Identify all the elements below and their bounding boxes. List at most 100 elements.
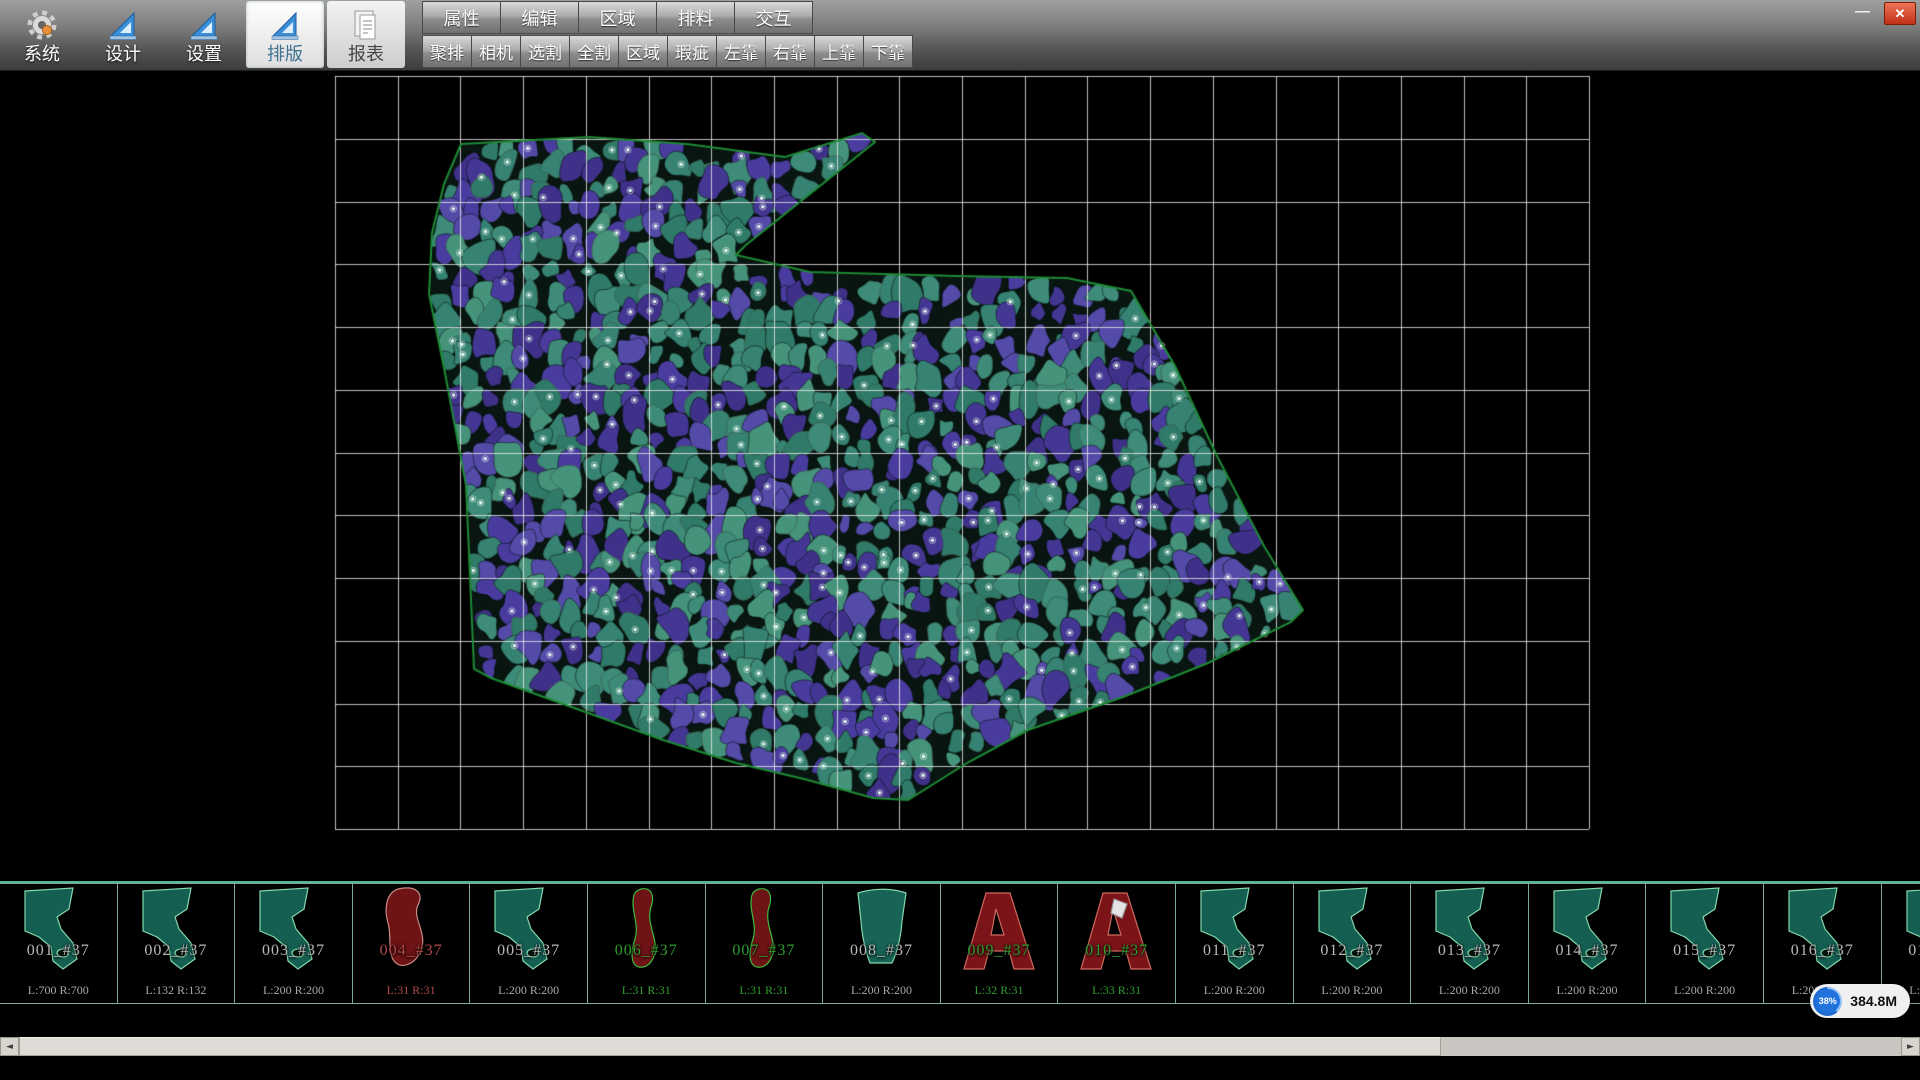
piece-id: 015_#37	[1646, 942, 1763, 960]
piece-shape	[1305, 885, 1401, 977]
piece-shape	[1775, 885, 1871, 977]
scroll-right-button[interactable]: ►	[1901, 1037, 1920, 1056]
piece-thumbnail-012_#37[interactable]: 012_#37 L:200 R:200	[1293, 883, 1412, 1004]
piece-counts: L:31 R:31	[588, 983, 705, 998]
piece-thumbnail-015_#37[interactable]: 015_#37 L:200 R:200	[1645, 883, 1764, 1004]
toolbar-button-label: 设计	[105, 44, 141, 64]
piece-id: 001_#37	[0, 942, 117, 960]
piece-thumbnail-009_#37[interactable]: 009_#37 L:32 R:31	[940, 883, 1059, 1004]
set-square-icon	[268, 6, 302, 44]
nesting-canvas[interactable]	[0, 70, 1920, 881]
piece-id: 002_#37	[118, 942, 235, 960]
piece-id: 009_#37	[941, 942, 1058, 960]
piece-counts: L:200 R:200	[235, 983, 352, 998]
tool-button-cut-all[interactable]: 全割	[569, 35, 619, 68]
piece-counts: L:200 R:200	[1411, 983, 1528, 998]
piece-shape	[599, 885, 695, 977]
progress-indicator: 38% 384.8M	[1810, 984, 1910, 1018]
gear-icon	[25, 6, 59, 44]
piece-shape	[1422, 885, 1518, 977]
menu-tab-region[interactable]: 区域	[578, 1, 657, 34]
piece-thumbnail-002_#37[interactable]: 002_#37 L:132 R:132	[117, 883, 236, 1004]
piece-thumbnail-004_#37[interactable]: 004_#37L:31 R:31	[352, 883, 471, 1004]
piece-shape	[952, 885, 1048, 977]
tool-button-camera[interactable]: 相机	[471, 35, 521, 68]
piece-thumbnail-007_#37[interactable]: 007_#37L:31 R:31	[705, 883, 824, 1004]
piece-thumbnail-006_#37[interactable]: 006_#37 L:31 R:31	[587, 883, 706, 1004]
tool-button-region[interactable]: 区域	[618, 35, 668, 68]
piece-shape	[364, 885, 460, 977]
piece-thumbnail-008_#37[interactable]: 008_#37 L:200 R:200	[822, 883, 941, 1004]
application-window: 系统设计设置排版报表 属性编辑区域排料交互 聚排相机选割全割区域瑕疵左靠右靠上靠…	[0, 0, 1920, 1080]
scrollbar-thumb[interactable]	[19, 1037, 1441, 1056]
piece-shape	[1657, 885, 1753, 977]
piece-counts: L:200 R:200	[1646, 983, 1763, 998]
main-toolbar-buttons: 系统 设计 设置排版报表	[3, 1, 405, 68]
piece-shape	[1540, 885, 1636, 977]
set-square-icon	[106, 6, 140, 44]
tool-button-align-bottom[interactable]: 下靠	[863, 35, 913, 68]
piece-counts: L:200 R:200	[1176, 983, 1293, 998]
piece-id: 003_#37	[235, 942, 352, 960]
piece-counts: L:200 R:200	[470, 983, 587, 998]
piece-counts: L:200 R:200	[1294, 983, 1411, 998]
horizontal-scrollbar[interactable]: ◄ ►	[0, 1037, 1920, 1056]
toolbar-button-label: 系统	[24, 44, 60, 64]
piece-id: 012_#37	[1294, 942, 1411, 960]
piece-thumbnail-013_#37[interactable]: 013_#37L:200 R:200	[1410, 883, 1529, 1004]
piece-shape	[1893, 885, 1920, 977]
main-toolbar: 系统设计设置排版报表 属性编辑区域排料交互 聚排相机选割全割区域瑕疵左靠右靠上靠…	[0, 0, 1920, 71]
piece-id: 017_#37	[1882, 942, 1920, 960]
toolbar-button-design[interactable]: 设计	[84, 1, 162, 68]
minimize-button[interactable]: —	[1849, 3, 1876, 24]
piece-counts: L:32 R:31	[941, 983, 1058, 998]
piece-thumbnail-001_#37[interactable]: 001_#37L:700 R:700	[0, 883, 118, 1004]
piece-id: 006_#37	[588, 942, 705, 960]
piece-shape	[246, 885, 342, 977]
piece-shape	[1069, 885, 1165, 977]
set-square-icon	[187, 6, 221, 44]
piece-counts: L:200 R:200	[823, 983, 940, 998]
tool-button-defect[interactable]: 瑕疵	[667, 35, 717, 68]
piece-shape	[11, 885, 107, 977]
piece-thumbnail-003_#37[interactable]: 003_#37 L:200 R:200	[234, 883, 353, 1004]
close-button[interactable]: ✕	[1884, 2, 1916, 25]
piece-shape	[129, 885, 225, 977]
menu-tab-row: 属性编辑区域排料交互	[423, 0, 913, 34]
piece-id: 014_#37	[1529, 942, 1646, 960]
menu-rows: 属性编辑区域排料交互 聚排相机选割全割区域瑕疵左靠右靠上靠下靠	[423, 0, 913, 68]
scrollbar-track[interactable]	[19, 1037, 1901, 1056]
menu-tab-properties[interactable]: 属性	[422, 1, 501, 34]
toolbar-button-system[interactable]: 系统	[3, 1, 81, 68]
tool-button-select-cut[interactable]: 选割	[520, 35, 570, 68]
piece-thumbnail-011_#37[interactable]: 011_#37L:200 R:200	[1175, 883, 1294, 1004]
report-icon	[349, 6, 383, 44]
tool-button-align-left[interactable]: 左靠	[716, 35, 766, 68]
piece-thumbnail-005_#37[interactable]: 005_#37L:200 R:200	[469, 883, 588, 1004]
pieces-panel: 001_#37L:700 R:700002_#37L:132 R:132003_…	[0, 881, 1920, 1004]
piece-counts: L:132 R:132	[118, 983, 235, 998]
scroll-left-button[interactable]: ◄	[0, 1037, 19, 1056]
tool-button-align-right[interactable]: 右靠	[765, 35, 815, 68]
toolbar-button-layout[interactable]: 排版	[246, 1, 324, 68]
tool-button-align-top[interactable]: 上靠	[814, 35, 864, 68]
piece-counts: L:31 R:31	[706, 983, 823, 998]
piece-thumbnail-010_#37[interactable]: 010_#37L:33 R:31	[1057, 883, 1176, 1004]
window-controls: — ✕	[1849, 2, 1916, 25]
tool-button-cluster-nest[interactable]: 聚排	[422, 35, 472, 68]
toolbar-button-report[interactable]: 报表	[327, 1, 405, 68]
piece-id: 008_#37	[823, 942, 940, 960]
piece-shape	[1187, 885, 1283, 977]
nesting-canvas-area[interactable]	[0, 70, 1920, 881]
toolbar-button-settings[interactable]: 设置	[165, 1, 243, 68]
piece-counts: L:33 R:31	[1058, 983, 1175, 998]
menu-tab-nesting[interactable]: 排料	[656, 1, 735, 34]
piece-id: 004_#37	[353, 942, 470, 960]
piece-thumbnail-014_#37[interactable]: 014_#37L:200 R:200	[1528, 883, 1647, 1004]
piece-shape	[834, 885, 930, 977]
menu-tab-edit[interactable]: 编辑	[500, 1, 579, 34]
menu-tab-interact[interactable]: 交互	[734, 1, 813, 34]
toolbar-button-label: 报表	[348, 44, 384, 64]
tool-button-row: 聚排相机选割全割区域瑕疵左靠右靠上靠下靠	[423, 34, 913, 68]
memory-usage: 384.8M	[1850, 993, 1897, 1009]
